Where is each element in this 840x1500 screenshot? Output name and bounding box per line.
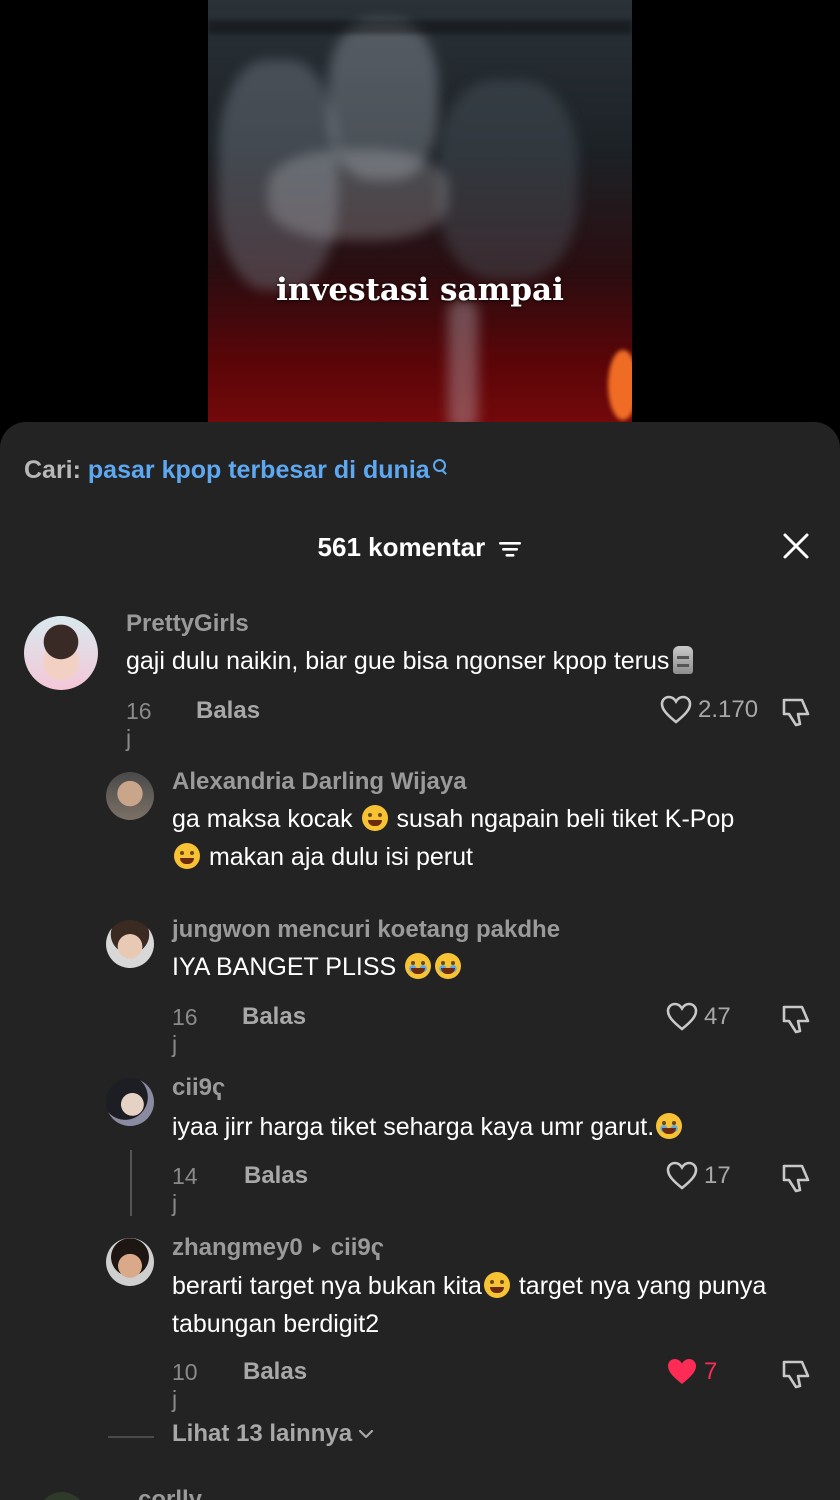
avatar[interactable] [24,616,98,690]
search-suggestion[interactable]: Cari: pasar kpop terbesar di dunia [24,456,448,485]
heart-icon [666,1002,698,1031]
heart-icon [666,1161,698,1190]
video-player[interactable]: investasi sampai [0,0,840,440]
view-more-label: Lihat 13 lainnya [172,1420,353,1447]
comments-sheet: Cari: pasar kpop terbesar di dunia 561 k… [0,422,840,1500]
comment-username[interactable]: cii9ҁ [172,1074,225,1102]
search-label: Cari: [24,456,88,484]
like-count: 2.170 [698,696,759,723]
comment-text: IYA BANGET PLISS [172,948,463,986]
like-button[interactable]: 2.170 [660,695,758,725]
dislike-icon[interactable] [780,696,812,728]
sort-filter-icon[interactable] [498,539,522,559]
comment-time: 16 j [126,698,152,751]
reply-button[interactable]: Balas [242,1003,306,1031]
search-query-link[interactable]: pasar kpop terbesar di dunia [88,456,430,484]
comment-text: gaji dulu naikin, biar gue bisa ngonser … [126,642,694,680]
crying-emoji-icon [656,1113,683,1139]
crying-emoji-icon [435,953,462,979]
avatar[interactable] [106,772,154,820]
thread-line [130,1150,132,1216]
dislike-icon[interactable] [780,1358,812,1390]
rofl-emoji-icon [174,843,200,869]
comment-username[interactable]: corlly [138,1486,202,1500]
search-icon [432,458,448,476]
video-caption: investasi sampai [276,272,564,308]
like-count: 17 [704,1162,731,1189]
comment-username: zhangmey0 cii9ҁ [172,1234,384,1262]
avatar[interactable] [106,1078,154,1126]
comment-text: ga maksa kocak susah ngapain beli tiket … [172,805,735,871]
comment-text: berarti target nya bukan kita target nya… [172,1272,767,1338]
divider [108,1436,154,1438]
chevron-down-icon [358,1429,374,1439]
laughing-emoji-icon [483,1272,510,1298]
close-button[interactable] [780,530,812,562]
heart-icon [660,695,692,724]
comment-count: 561 komentar [317,532,486,562]
video-frame [208,0,632,440]
crying-emoji-icon [405,953,432,979]
like-count: 7 [704,1358,718,1385]
avatar[interactable] [106,920,154,968]
avatar[interactable] [38,1492,86,1500]
replied-to-username[interactable]: cii9ҁ [331,1234,384,1262]
like-count: 47 [704,1003,731,1030]
dislike-icon[interactable] [780,1162,812,1194]
avatar[interactable] [106,1238,154,1286]
reply-arrow-icon [312,1243,321,1253]
reply-username[interactable]: zhangmey0 [172,1234,303,1262]
like-button[interactable]: 17 [666,1161,731,1191]
comment-text: iyaa jirr harga tiket seharga kaya umr g… [172,1108,684,1146]
comment-time: 14 j [172,1163,198,1216]
reply-button[interactable]: Balas [243,1358,307,1386]
laughing-emoji-icon [361,805,388,831]
comment-username[interactable]: Alexandria Darling Wijaya [172,768,467,796]
view-more-replies-button[interactable]: Lihat 13 lainnya [172,1420,374,1448]
comment-time: 16 j [172,1004,198,1057]
comment-username[interactable]: PrettyGirls [126,610,249,638]
comments-header: 561 komentar [0,532,840,563]
comment-username[interactable]: jungwon mencuri koetang pakdhe [172,916,560,944]
moai-emoji-icon [673,646,694,674]
dislike-icon[interactable] [780,1003,812,1035]
reply-button[interactable]: Balas [244,1162,308,1190]
heart-filled-icon [668,1359,696,1384]
comment-time: 10 j [172,1359,198,1412]
like-button[interactable]: 7 [666,1357,717,1387]
like-button[interactable]: 47 [666,1002,731,1032]
reply-button[interactable]: Balas [196,697,260,725]
